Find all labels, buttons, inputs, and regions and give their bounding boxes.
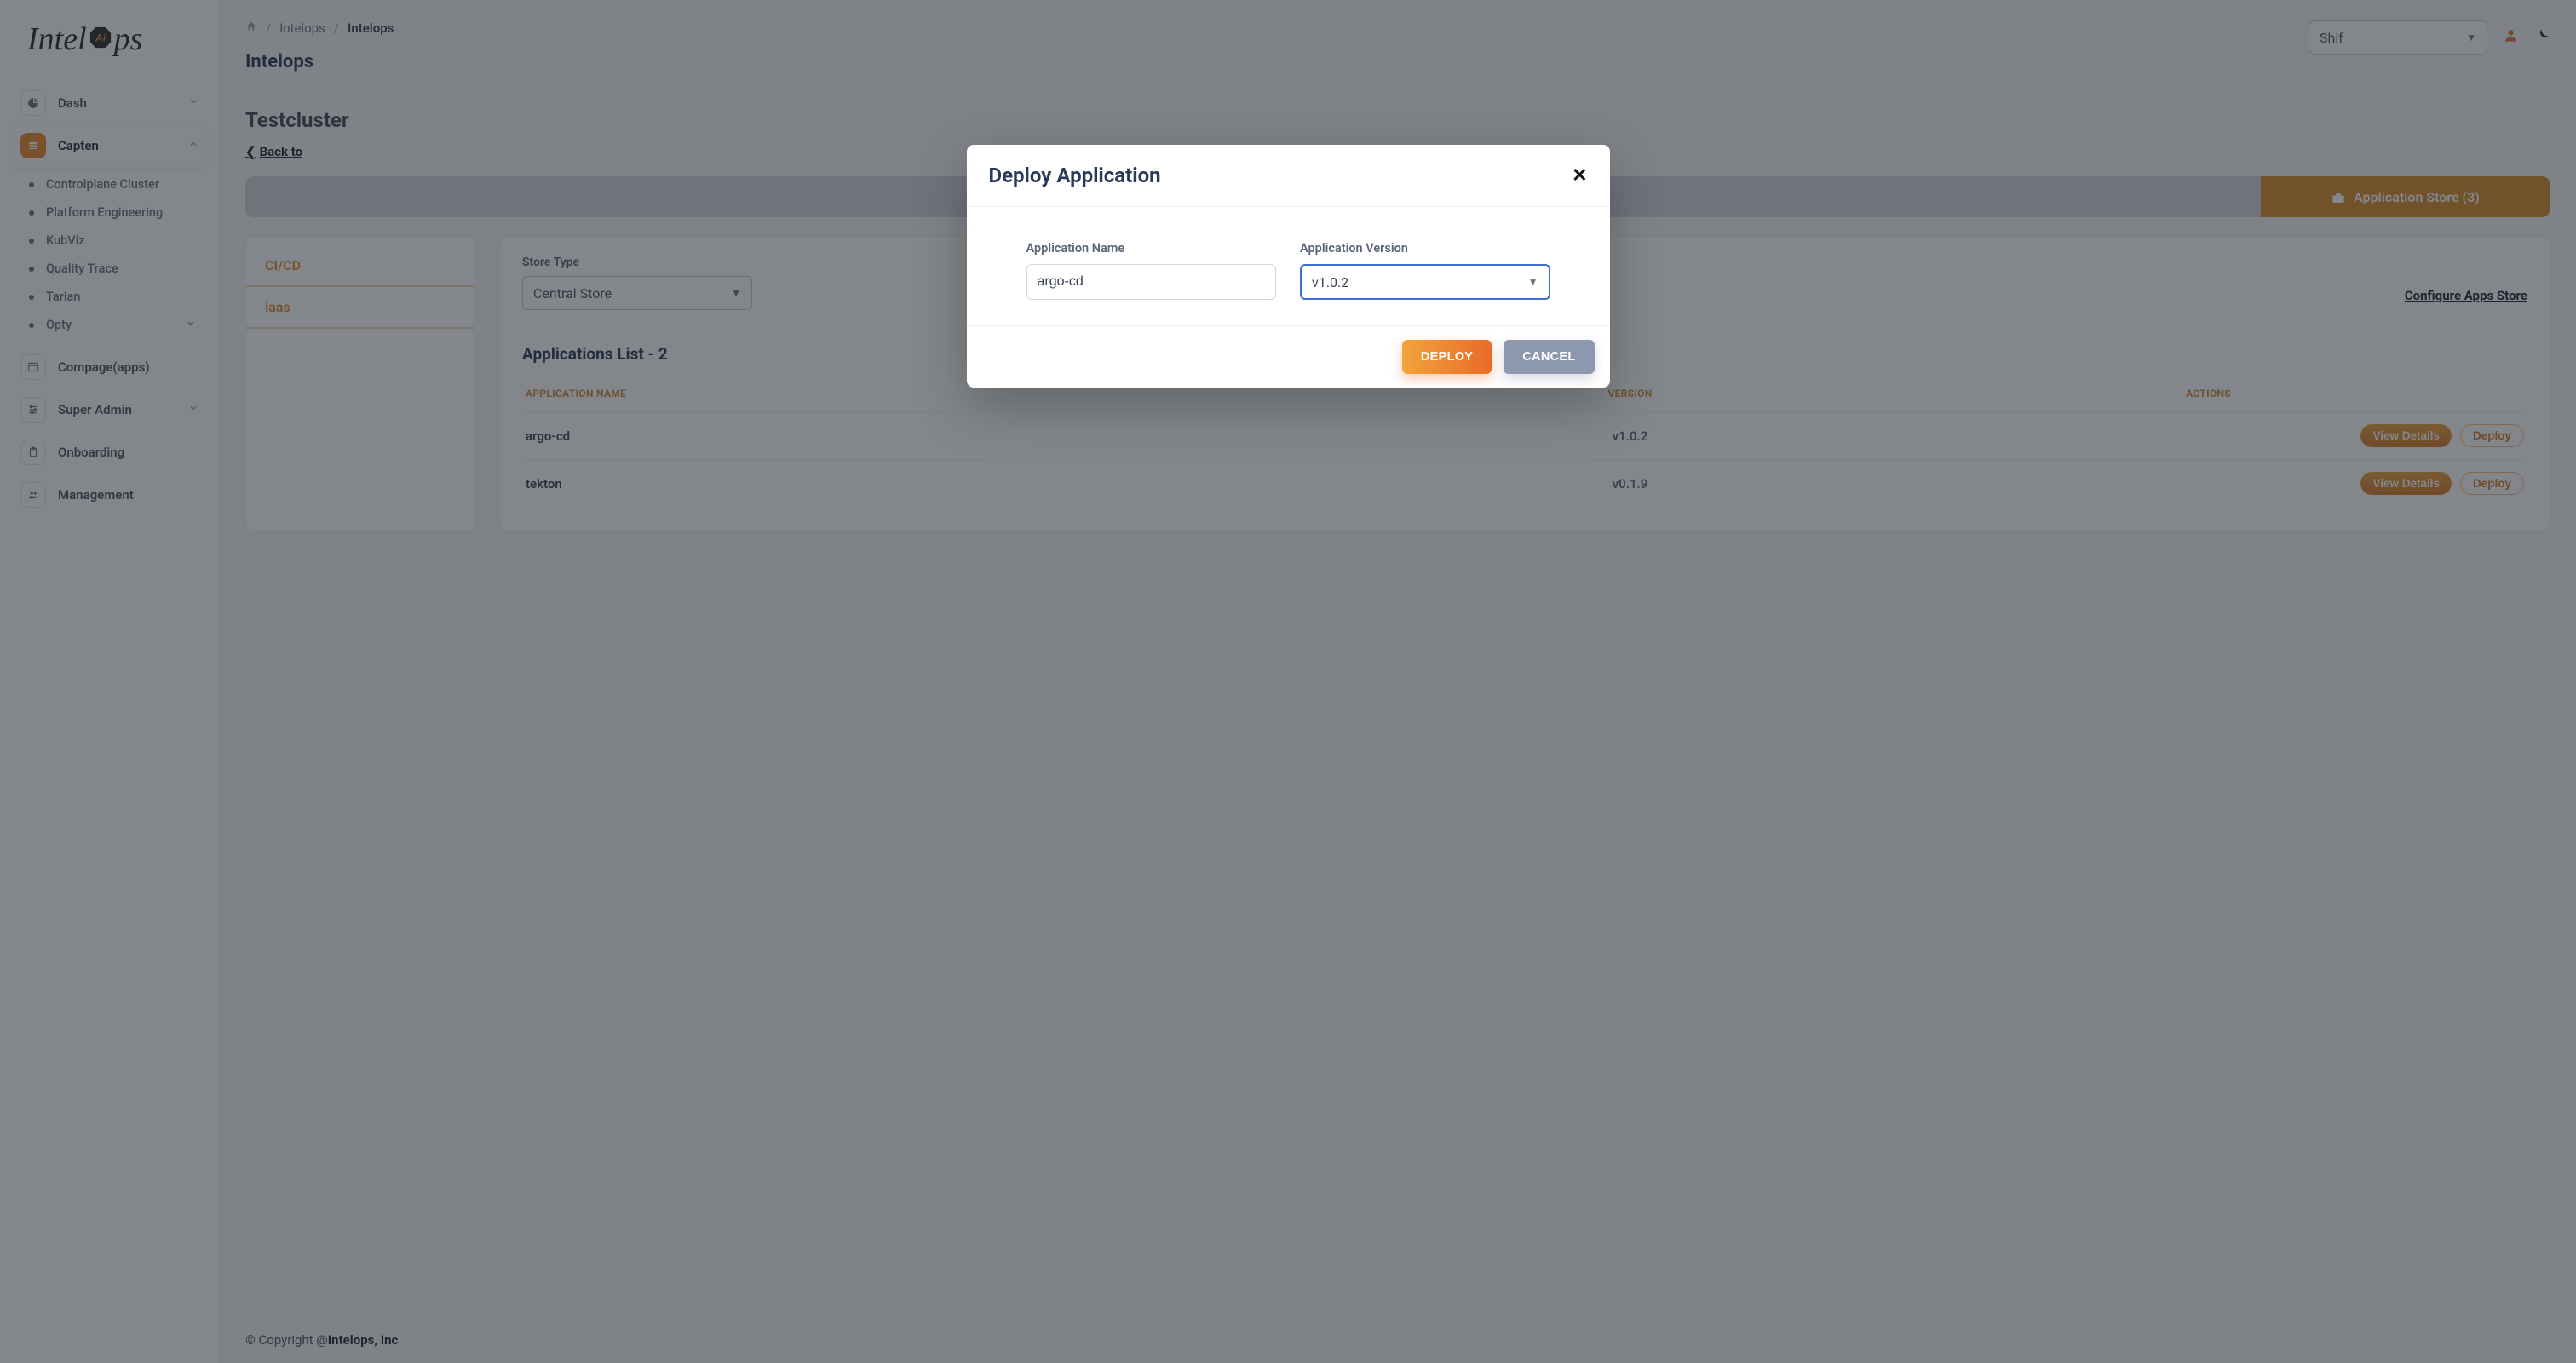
modal-overlay[interactable]: Deploy Application ✕ Application Name Ap… <box>0 0 2576 1363</box>
modal-footer: DEPLOY CANCEL <box>967 325 1610 388</box>
application-name-label: Application Name <box>1026 241 1277 256</box>
modal-body: Application Name Application Version v1.… <box>967 207 1610 325</box>
deploy-confirm-button[interactable]: DEPLOY <box>1402 340 1492 374</box>
chevron-down-icon: ▼ <box>1528 276 1538 288</box>
application-version-select[interactable]: v1.0.2 ▼ <box>1300 264 1550 300</box>
application-version-label: Application Version <box>1300 241 1550 256</box>
application-name-input[interactable] <box>1026 264 1277 300</box>
cancel-button[interactable]: CANCEL <box>1504 340 1594 374</box>
modal-title: Deploy Application <box>989 164 1161 187</box>
deploy-application-modal: Deploy Application ✕ Application Name Ap… <box>967 145 1610 388</box>
application-version-value: v1.0.2 <box>1312 274 1348 290</box>
modal-header: Deploy Application ✕ <box>967 145 1610 207</box>
close-icon[interactable]: ✕ <box>1572 165 1587 187</box>
